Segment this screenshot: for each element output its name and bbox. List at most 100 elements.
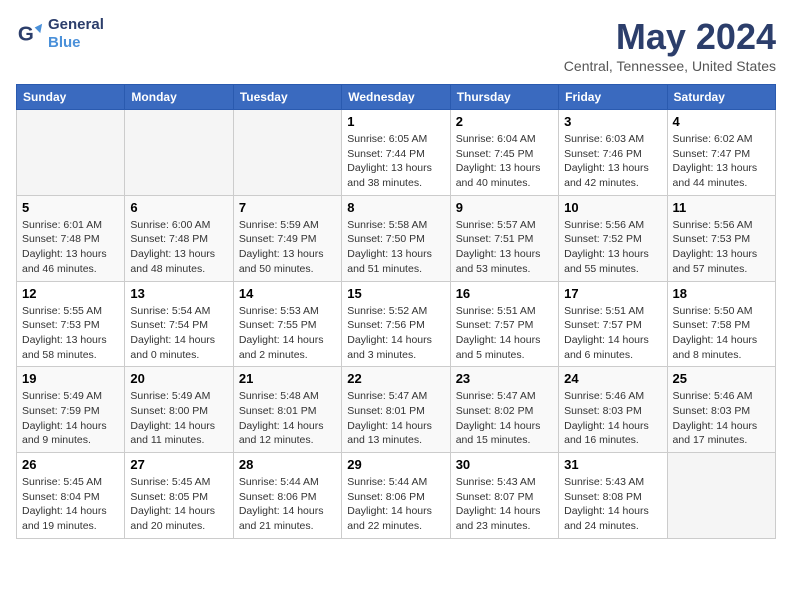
calendar-cell: 14 Sunrise: 5:53 AMSunset: 7:55 PMDaylig… <box>233 281 341 367</box>
day-number: 23 <box>456 371 553 386</box>
calendar-cell: 8 Sunrise: 5:58 AMSunset: 7:50 PMDayligh… <box>342 195 450 281</box>
header-tuesday: Tuesday <box>233 85 341 110</box>
calendar-cell: 17 Sunrise: 5:51 AMSunset: 7:57 PMDaylig… <box>559 281 667 367</box>
calendar-cell <box>233 110 341 196</box>
calendar-cell: 21 Sunrise: 5:48 AMSunset: 8:01 PMDaylig… <box>233 367 341 453</box>
day-number: 20 <box>130 371 227 386</box>
day-info: Sunrise: 6:00 AMSunset: 7:48 PMDaylight:… <box>130 218 227 277</box>
day-info: Sunrise: 5:59 AMSunset: 7:49 PMDaylight:… <box>239 218 336 277</box>
day-number: 16 <box>456 286 553 301</box>
calendar-cell: 7 Sunrise: 5:59 AMSunset: 7:49 PMDayligh… <box>233 195 341 281</box>
day-number: 24 <box>564 371 661 386</box>
svg-text:G: G <box>18 23 34 46</box>
day-info: Sunrise: 5:56 AMSunset: 7:52 PMDaylight:… <box>564 218 661 277</box>
day-number: 3 <box>564 114 661 129</box>
calendar-cell: 26 Sunrise: 5:45 AMSunset: 8:04 PMDaylig… <box>17 453 125 539</box>
calendar-cell: 28 Sunrise: 5:44 AMSunset: 8:06 PMDaylig… <box>233 453 341 539</box>
month-title: May 2024 <box>564 16 776 58</box>
day-number: 14 <box>239 286 336 301</box>
location: Central, Tennessee, United States <box>564 58 776 74</box>
calendar-cell: 13 Sunrise: 5:54 AMSunset: 7:54 PMDaylig… <box>125 281 233 367</box>
day-number: 2 <box>456 114 553 129</box>
day-info: Sunrise: 5:55 AMSunset: 7:53 PMDaylight:… <box>22 304 119 363</box>
day-info: Sunrise: 6:02 AMSunset: 7:47 PMDaylight:… <box>673 132 770 191</box>
day-info: Sunrise: 6:05 AMSunset: 7:44 PMDaylight:… <box>347 132 444 191</box>
calendar-cell: 9 Sunrise: 5:57 AMSunset: 7:51 PMDayligh… <box>450 195 558 281</box>
day-info: Sunrise: 5:48 AMSunset: 8:01 PMDaylight:… <box>239 389 336 448</box>
calendar-cell: 3 Sunrise: 6:03 AMSunset: 7:46 PMDayligh… <box>559 110 667 196</box>
day-info: Sunrise: 5:45 AMSunset: 8:05 PMDaylight:… <box>130 475 227 534</box>
day-info: Sunrise: 5:50 AMSunset: 7:58 PMDaylight:… <box>673 304 770 363</box>
day-number: 4 <box>673 114 770 129</box>
calendar-cell: 30 Sunrise: 5:43 AMSunset: 8:07 PMDaylig… <box>450 453 558 539</box>
header-saturday: Saturday <box>667 85 775 110</box>
calendar-cell: 5 Sunrise: 6:01 AMSunset: 7:48 PMDayligh… <box>17 195 125 281</box>
day-info: Sunrise: 6:04 AMSunset: 7:45 PMDaylight:… <box>456 132 553 191</box>
day-number: 19 <box>22 371 119 386</box>
day-number: 6 <box>130 200 227 215</box>
day-number: 11 <box>673 200 770 215</box>
day-info: Sunrise: 5:44 AMSunset: 8:06 PMDaylight:… <box>347 475 444 534</box>
calendar-cell: 16 Sunrise: 5:51 AMSunset: 7:57 PMDaylig… <box>450 281 558 367</box>
day-number: 28 <box>239 457 336 472</box>
day-info: Sunrise: 5:43 AMSunset: 8:07 PMDaylight:… <box>456 475 553 534</box>
calendar-cell: 22 Sunrise: 5:47 AMSunset: 8:01 PMDaylig… <box>342 367 450 453</box>
day-number: 29 <box>347 457 444 472</box>
day-number: 10 <box>564 200 661 215</box>
day-info: Sunrise: 5:57 AMSunset: 7:51 PMDaylight:… <box>456 218 553 277</box>
day-number: 21 <box>239 371 336 386</box>
week-row-3: 12 Sunrise: 5:55 AMSunset: 7:53 PMDaylig… <box>17 281 776 367</box>
day-info: Sunrise: 5:47 AMSunset: 8:01 PMDaylight:… <box>347 389 444 448</box>
day-number: 5 <box>22 200 119 215</box>
calendar-cell: 31 Sunrise: 5:43 AMSunset: 8:08 PMDaylig… <box>559 453 667 539</box>
calendar-cell: 23 Sunrise: 5:47 AMSunset: 8:02 PMDaylig… <box>450 367 558 453</box>
day-info: Sunrise: 5:54 AMSunset: 7:54 PMDaylight:… <box>130 304 227 363</box>
calendar-cell <box>667 453 775 539</box>
day-number: 22 <box>347 371 444 386</box>
calendar-cell: 4 Sunrise: 6:02 AMSunset: 7:47 PMDayligh… <box>667 110 775 196</box>
calendar-header-row: Sunday Monday Tuesday Wednesday Thursday… <box>17 85 776 110</box>
calendar-cell: 18 Sunrise: 5:50 AMSunset: 7:58 PMDaylig… <box>667 281 775 367</box>
day-info: Sunrise: 5:47 AMSunset: 8:02 PMDaylight:… <box>456 389 553 448</box>
day-info: Sunrise: 5:44 AMSunset: 8:06 PMDaylight:… <box>239 475 336 534</box>
logo-icon: G <box>16 20 44 48</box>
calendar-cell: 2 Sunrise: 6:04 AMSunset: 7:45 PMDayligh… <box>450 110 558 196</box>
day-number: 15 <box>347 286 444 301</box>
day-number: 7 <box>239 200 336 215</box>
calendar-table: Sunday Monday Tuesday Wednesday Thursday… <box>16 84 776 539</box>
day-info: Sunrise: 5:58 AMSunset: 7:50 PMDaylight:… <box>347 218 444 277</box>
day-info: Sunrise: 5:52 AMSunset: 7:56 PMDaylight:… <box>347 304 444 363</box>
logo: G General Blue <box>16 16 104 52</box>
calendar-cell: 12 Sunrise: 5:55 AMSunset: 7:53 PMDaylig… <box>17 281 125 367</box>
day-info: Sunrise: 6:01 AMSunset: 7:48 PMDaylight:… <box>22 218 119 277</box>
day-info: Sunrise: 5:45 AMSunset: 8:04 PMDaylight:… <box>22 475 119 534</box>
header-sunday: Sunday <box>17 85 125 110</box>
day-info: Sunrise: 5:56 AMSunset: 7:53 PMDaylight:… <box>673 218 770 277</box>
calendar-cell: 11 Sunrise: 5:56 AMSunset: 7:53 PMDaylig… <box>667 195 775 281</box>
week-row-5: 26 Sunrise: 5:45 AMSunset: 8:04 PMDaylig… <box>17 453 776 539</box>
day-info: Sunrise: 5:43 AMSunset: 8:08 PMDaylight:… <box>564 475 661 534</box>
day-number: 30 <box>456 457 553 472</box>
day-info: Sunrise: 5:46 AMSunset: 8:03 PMDaylight:… <box>564 389 661 448</box>
calendar-cell: 15 Sunrise: 5:52 AMSunset: 7:56 PMDaylig… <box>342 281 450 367</box>
week-row-4: 19 Sunrise: 5:49 AMSunset: 7:59 PMDaylig… <box>17 367 776 453</box>
calendar-cell: 24 Sunrise: 5:46 AMSunset: 8:03 PMDaylig… <box>559 367 667 453</box>
day-info: Sunrise: 5:49 AMSunset: 8:00 PMDaylight:… <box>130 389 227 448</box>
day-info: Sunrise: 5:49 AMSunset: 7:59 PMDaylight:… <box>22 389 119 448</box>
day-info: Sunrise: 5:46 AMSunset: 8:03 PMDaylight:… <box>673 389 770 448</box>
calendar-cell <box>125 110 233 196</box>
calendar-cell: 20 Sunrise: 5:49 AMSunset: 8:00 PMDaylig… <box>125 367 233 453</box>
day-number: 31 <box>564 457 661 472</box>
day-number: 26 <box>22 457 119 472</box>
week-row-2: 5 Sunrise: 6:01 AMSunset: 7:48 PMDayligh… <box>17 195 776 281</box>
logo-line2: Blue <box>48 34 104 52</box>
header-wednesday: Wednesday <box>342 85 450 110</box>
calendar-cell: 6 Sunrise: 6:00 AMSunset: 7:48 PMDayligh… <box>125 195 233 281</box>
day-number: 27 <box>130 457 227 472</box>
calendar-cell: 29 Sunrise: 5:44 AMSunset: 8:06 PMDaylig… <box>342 453 450 539</box>
calendar-cell <box>17 110 125 196</box>
day-info: Sunrise: 5:53 AMSunset: 7:55 PMDaylight:… <box>239 304 336 363</box>
day-info: Sunrise: 5:51 AMSunset: 7:57 PMDaylight:… <box>456 304 553 363</box>
day-number: 17 <box>564 286 661 301</box>
day-number: 1 <box>347 114 444 129</box>
